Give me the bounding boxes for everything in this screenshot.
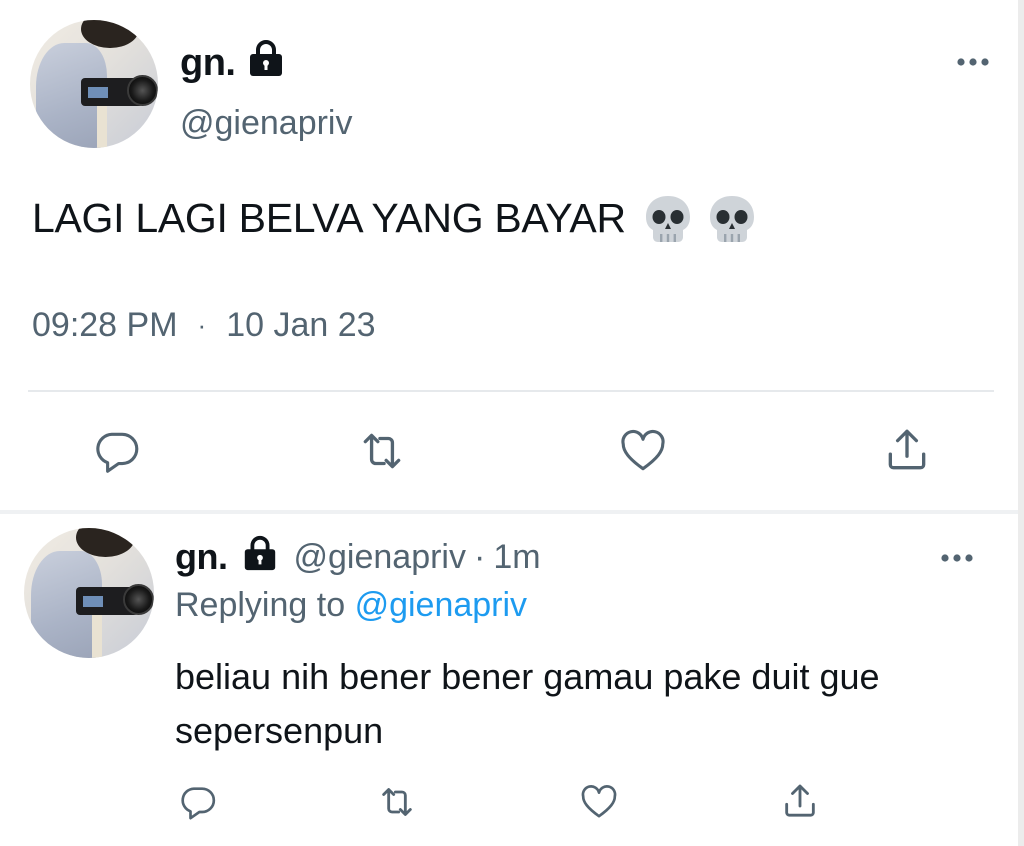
like-button[interactable] bbox=[578, 782, 620, 822]
reply-icon bbox=[181, 787, 216, 820]
avatar[interactable] bbox=[30, 20, 158, 148]
share-button[interactable] bbox=[780, 780, 820, 822]
avatar[interactable] bbox=[24, 528, 154, 658]
share-button[interactable] bbox=[882, 424, 932, 476]
meta-separator: · bbox=[197, 310, 207, 340]
retweet-button[interactable] bbox=[354, 426, 410, 476]
tweet-text: LAGI LAGI BELVA YANG BAYAR bbox=[32, 192, 758, 244]
share-icon bbox=[785, 784, 815, 817]
lock-icon bbox=[245, 535, 276, 571]
like-icon bbox=[581, 785, 617, 818]
reply-button[interactable] bbox=[178, 782, 218, 822]
meta-separator: · bbox=[473, 537, 486, 576]
display-name[interactable]: gn. bbox=[180, 42, 236, 85]
divider bbox=[28, 390, 994, 392]
lock-icon bbox=[250, 40, 282, 76]
more-options-icon[interactable] bbox=[956, 52, 990, 72]
reply-header: gn. @gienapriv · 1m bbox=[175, 535, 541, 578]
tweet-time: 09:28 PM bbox=[32, 306, 178, 344]
reply-button[interactable] bbox=[92, 426, 142, 476]
retweet-icon bbox=[382, 788, 412, 816]
user-handle[interactable]: @gienapriv bbox=[180, 104, 353, 143]
like-button[interactable] bbox=[618, 426, 668, 476]
like-icon bbox=[621, 429, 665, 471]
skull-emoji-icon bbox=[645, 196, 690, 242]
reply-icon bbox=[96, 432, 139, 473]
skull-emoji-icon bbox=[709, 196, 754, 242]
replying-to-label: Replying to bbox=[175, 586, 346, 624]
share-icon bbox=[888, 429, 926, 470]
main-tweet: gn. @gienapriv LAGI LAGI BELVA YANG BAYA… bbox=[0, 0, 1018, 512]
tweet-timestamp[interactable]: 09:28 PM · 10 Jan 23 bbox=[32, 306, 376, 345]
tweet-text: beliau nih bener bener gamau pake duit g… bbox=[175, 656, 880, 751]
user-handle[interactable]: @gienapriv bbox=[293, 538, 466, 577]
tweet-date: 10 Jan 23 bbox=[226, 306, 376, 344]
relative-time[interactable]: 1m bbox=[493, 538, 540, 577]
more-options-icon[interactable] bbox=[940, 548, 974, 568]
display-name[interactable]: gn. bbox=[175, 536, 228, 578]
section-divider bbox=[0, 510, 1018, 514]
retweet-icon bbox=[363, 433, 401, 469]
tweet-text-content: LAGI LAGI BELVA YANG BAYAR bbox=[32, 194, 626, 241]
mention-link[interactable]: @gienapriv bbox=[355, 586, 528, 624]
retweet-button[interactable] bbox=[374, 782, 420, 822]
replying-to-line: Replying to @gienapriv bbox=[175, 586, 527, 625]
tweet-thread: gn. @gienapriv LAGI LAGI BELVA YANG BAYA… bbox=[0, 0, 1024, 846]
